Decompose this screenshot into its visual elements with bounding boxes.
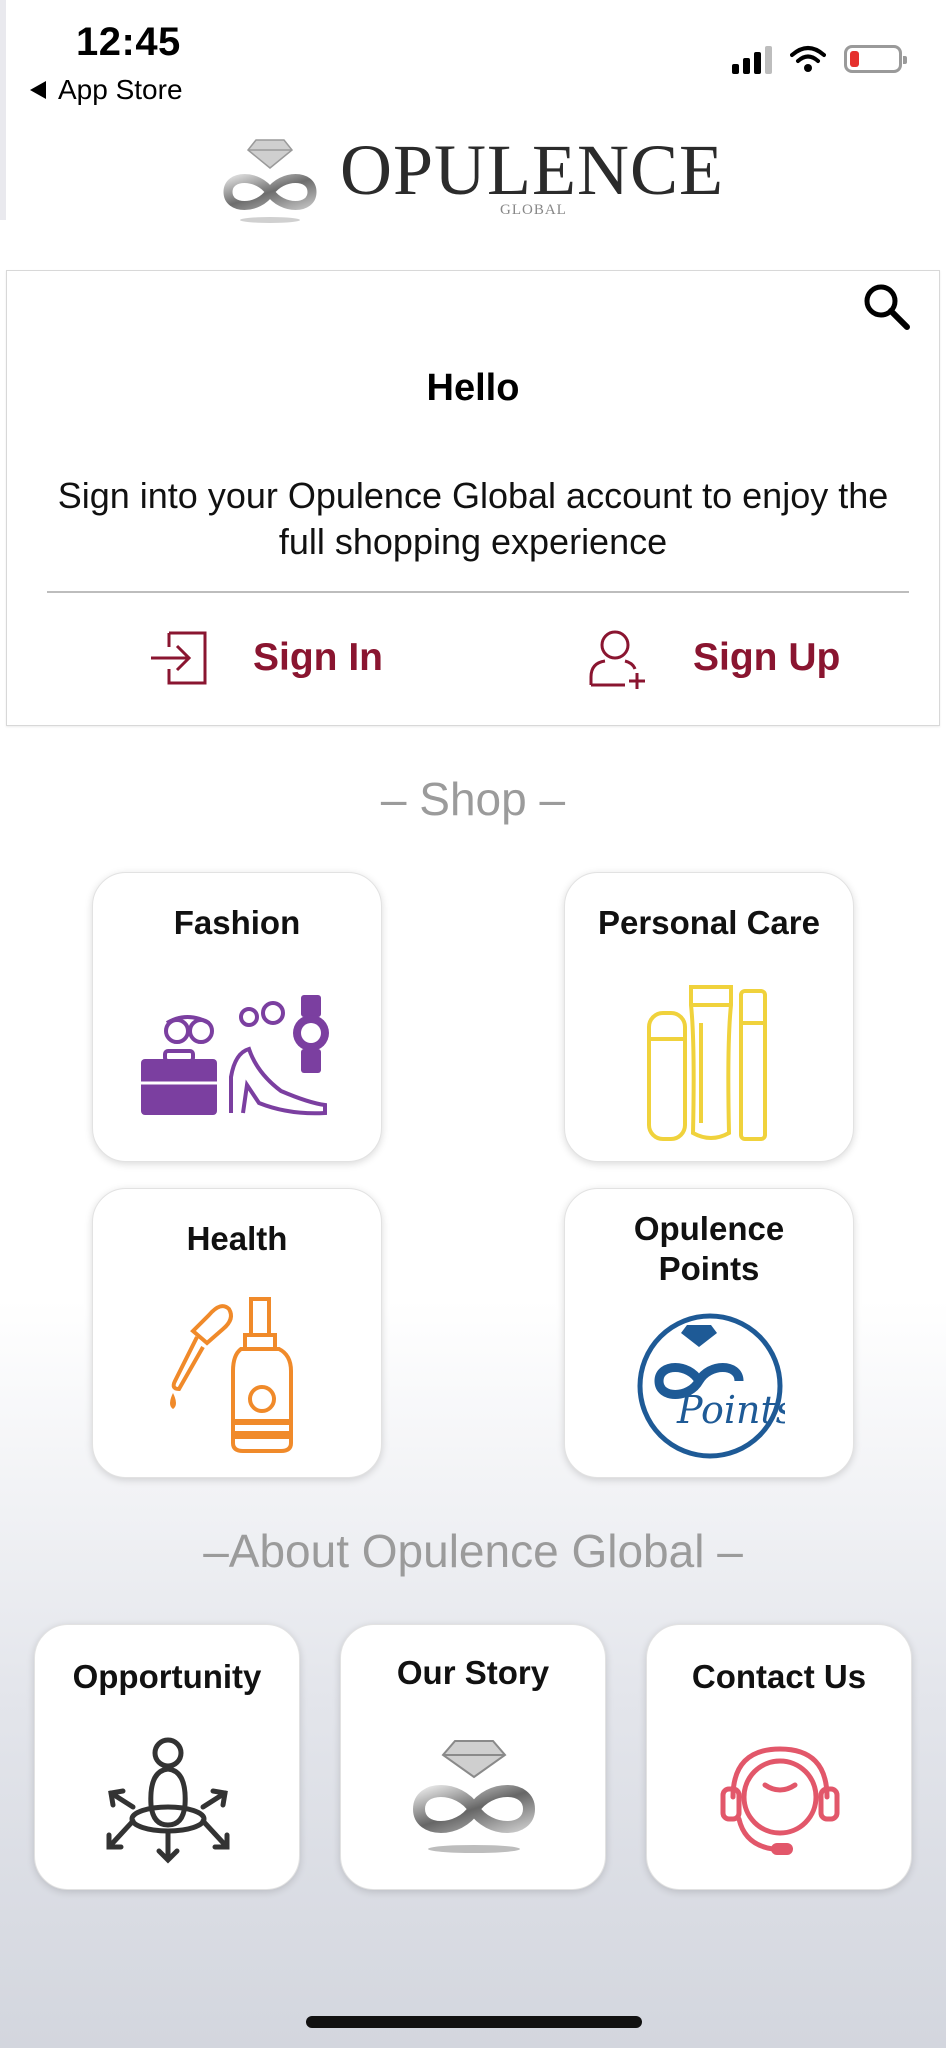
- fashion-accessories-icon: [141, 995, 329, 1116]
- logo-title: OPULENCE: [340, 130, 724, 210]
- status-bar: 12:45 App Store: [0, 0, 946, 110]
- cosmetic-tubes-icon: [647, 985, 767, 1141]
- hello-message: Sign into your Opulence Global account t…: [57, 475, 889, 562]
- tile-opportunity[interactable]: Opportunity: [34, 1624, 300, 1890]
- about-heading: –About Opulence Global –: [203, 1525, 743, 1577]
- shop-heading: – Shop –: [380, 773, 566, 825]
- sign-up-button[interactable]: Sign Up: [587, 611, 840, 705]
- status-icons: [732, 44, 907, 74]
- headset-icon: [720, 1746, 840, 1855]
- sign-in-icon: [151, 631, 207, 685]
- add-user-icon: [589, 630, 645, 689]
- dropper-bottle-icon: [170, 1297, 293, 1453]
- opulence-logo: OPULENCE GLOBAL: [220, 130, 740, 230]
- tile-health[interactable]: Health: [92, 1188, 382, 1478]
- battery-icon: [844, 45, 907, 73]
- sign-in-button[interactable]: Sign In: [147, 611, 383, 705]
- sign-up-label: Sign Up: [693, 636, 841, 679]
- logo-wordmark: OPULENCE GLOBAL: [340, 130, 724, 218]
- tile-label: Health: [186, 1220, 288, 1257]
- hello-signin-card: Hello Sign into your Opulence Global acc…: [6, 270, 940, 726]
- hello-title: Hello: [426, 367, 520, 409]
- tile-label: Contact Us: [691, 1658, 867, 1695]
- sign-in-label: Sign In: [253, 636, 383, 679]
- home-indicator[interactable]: [306, 2016, 642, 2028]
- cellular-signal-icon: [732, 44, 772, 74]
- infinity-diamond-icon: [412, 1740, 536, 1853]
- points-logo-icon: Points: [637, 1313, 785, 1459]
- tile-fashion[interactable]: Fashion: [92, 872, 382, 1162]
- infinity-diamond-logo-icon: [223, 139, 317, 223]
- status-time: 12:45: [76, 20, 181, 64]
- tile-label: Our Story: [396, 1654, 550, 1691]
- tile-personal-care[interactable]: Personal Care: [564, 872, 854, 1162]
- tile-contact-us[interactable]: Contact Us: [646, 1624, 912, 1890]
- search-icon[interactable]: [859, 279, 915, 335]
- back-arrow-icon: [30, 81, 46, 99]
- tile-label: Opulence Points: [633, 1210, 785, 1287]
- svg-text:Points: Points: [676, 1388, 785, 1432]
- tile-label: Fashion: [173, 904, 301, 941]
- wifi-icon: [790, 46, 826, 72]
- tile-label: Personal Care: [598, 904, 820, 941]
- tile-our-story[interactable]: Our Story: [340, 1624, 606, 1890]
- back-label: App Store: [58, 74, 183, 105]
- logo-subtitle: GLOBAL: [500, 202, 567, 218]
- tile-label: Opportunity: [72, 1658, 262, 1695]
- back-to-app-store[interactable]: App Store: [30, 74, 183, 106]
- tile-opulence-points[interactable]: Opulence Points Points: [564, 1188, 854, 1478]
- divider: [47, 591, 909, 593]
- person-arrows-icon: [106, 1737, 230, 1864]
